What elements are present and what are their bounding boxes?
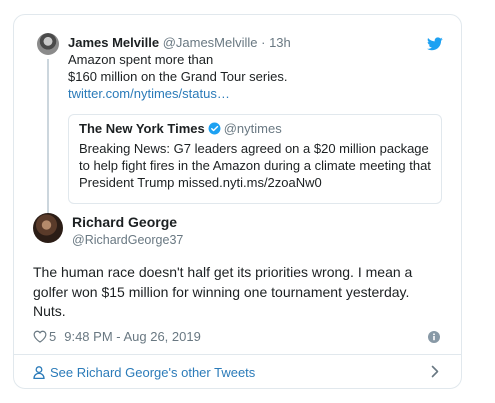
context-text: Amazon spent more than $160 million on t…: [68, 51, 398, 102]
author-avatar[interactable]: [33, 213, 63, 243]
author-name[interactable]: Richard George: [72, 214, 177, 230]
context-time[interactable]: · 13h: [261, 35, 291, 50]
quoted-author-handle[interactable]: @nytimes: [224, 121, 282, 136]
twitter-bird-icon[interactable]: [427, 37, 443, 51]
tweet-card: James Melville @JamesMelville · 13h Amaz…: [13, 14, 462, 389]
quoted-tweet[interactable]: The New York Times @nytimes Breaking New…: [68, 114, 442, 204]
chevron-right-icon[interactable]: [431, 365, 439, 378]
other-tweets-label[interactable]: See Richard George's other Tweets: [50, 365, 255, 380]
tweet-timestamp[interactable]: 9:48 PM - Aug 26, 2019: [64, 329, 201, 344]
context-text-line1: Amazon spent more than: [68, 52, 214, 67]
context-author-name[interactable]: James Melville: [68, 35, 159, 50]
context-avatar[interactable]: [37, 33, 59, 55]
quoted-tweet-header: The New York Times @nytimes: [79, 121, 431, 136]
person-icon: [33, 365, 45, 379]
context-status-link[interactable]: twitter.com/nytimes/status…: [68, 85, 398, 102]
other-tweets-link[interactable]: See Richard George's other Tweets: [33, 362, 255, 382]
context-text-line2: $160 million on the Grand Tour series.: [68, 69, 288, 84]
quoted-author-name[interactable]: The New York Times: [79, 121, 205, 136]
heart-icon[interactable]: [33, 330, 47, 343]
tweet-meta: 5 9:48 PM - Aug 26, 2019: [33, 329, 201, 344]
thread-line: [47, 59, 49, 221]
context-author-handle[interactable]: @JamesMelville: [163, 35, 258, 50]
footer-divider: [14, 354, 461, 355]
author-handle[interactable]: @RichardGeorge37: [72, 233, 183, 247]
tweet-text: The human race doesn't half get its prio…: [33, 264, 413, 319]
verified-badge-icon: [208, 122, 221, 135]
like-count[interactable]: 5: [49, 329, 56, 344]
info-icon[interactable]: [428, 331, 440, 343]
quoted-tweet-text: Breaking News: G7 leaders agreed on a $2…: [79, 141, 431, 190]
context-header: James Melville @JamesMelville · 13h: [68, 35, 291, 50]
